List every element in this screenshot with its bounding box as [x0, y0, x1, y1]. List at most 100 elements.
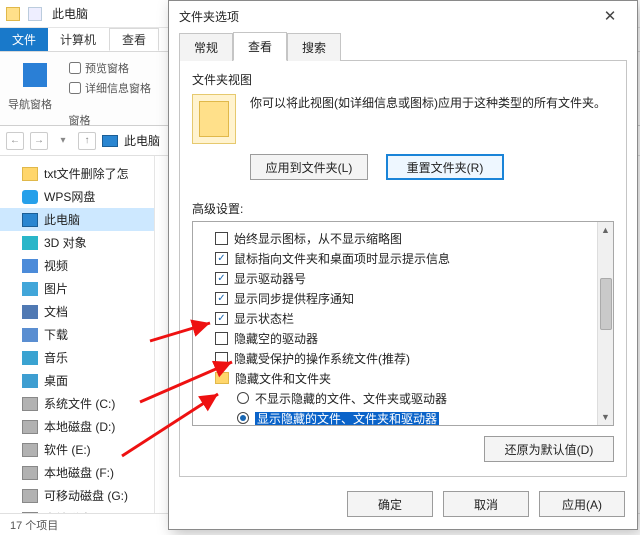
sidebar-item-label: 此电脑: [44, 211, 80, 228]
sidebar-item-5[interactable]: 图片: [0, 277, 154, 300]
checkbox-icon[interactable]: ✓: [215, 272, 228, 285]
sidebar-item-9[interactable]: 桌面: [0, 369, 154, 392]
drive-icon: [22, 512, 38, 514]
sidebar-item-label: 3D 对象: [44, 234, 87, 251]
preview-pane-toggle[interactable]: 预览窗格: [69, 60, 151, 76]
tree-node-label: 不显示隐藏的文件、文件夹或驱动器: [255, 390, 447, 407]
up-button[interactable]: ↑: [78, 132, 96, 150]
pc-icon: [102, 135, 118, 147]
dialog-tab-search[interactable]: 搜索: [287, 33, 341, 61]
tree-node-5[interactable]: 隐藏空的驱动器: [201, 328, 605, 348]
scroll-thumb[interactable]: [600, 278, 612, 330]
sidebar-item-label: 图片: [44, 280, 68, 297]
dialog-tab-general[interactable]: 常规: [179, 33, 233, 61]
breadcrumb[interactable]: 此电脑: [124, 132, 160, 149]
history-dropdown[interactable]: ▾: [54, 132, 72, 150]
checkbox-icon[interactable]: ✓: [215, 252, 228, 265]
scrollbar[interactable]: ▲ ▼: [597, 222, 613, 425]
tab-computer[interactable]: 计算机: [48, 28, 109, 51]
sidebar-item-0[interactable]: txt文件删除了怎: [0, 162, 154, 185]
scroll-down-icon[interactable]: ▼: [598, 409, 613, 425]
status-text: 17 个项目: [10, 517, 58, 533]
file-tab[interactable]: 文件: [0, 28, 48, 51]
nav-pane[interactable]: txt文件删除了怎WPS网盘此电脑 3D 对象视频图片文档下载音乐桌面系统文件 (…: [0, 156, 155, 513]
checkbox-icon[interactable]: [215, 232, 228, 245]
tree-node-label: 显示隐藏的文件、文件夹和驱动器: [255, 410, 439, 427]
tree-node-label: 隐藏受保护的操作系统文件(推荐): [234, 350, 410, 367]
folder-icon: [215, 372, 229, 384]
drive-icon: [22, 489, 38, 503]
dl-icon: [22, 328, 38, 342]
sidebar-item-label: 本地磁盘 (H:): [44, 510, 115, 513]
checkbox-icon[interactable]: ✓: [215, 292, 228, 305]
back-button[interactable]: ←: [6, 132, 24, 150]
music-icon: [22, 351, 38, 365]
folder-preview-icon: [192, 94, 236, 144]
tree-node-label: 显示状态栏: [234, 310, 294, 327]
wps-icon: [22, 190, 38, 204]
sidebar-item-12[interactable]: 软件 (E:): [0, 438, 154, 461]
close-icon[interactable]: ✕: [593, 7, 627, 25]
tree-node-8[interactable]: 不显示隐藏的文件、文件夹或驱动器: [201, 388, 605, 408]
tree-node-4[interactable]: ✓ 显示状态栏: [201, 308, 605, 328]
checkbox-icon[interactable]: ✓: [215, 312, 228, 325]
tree-node-3[interactable]: ✓显示同步提供程序通知: [201, 288, 605, 308]
desk-icon: [22, 374, 38, 388]
cancel-button[interactable]: 取消: [443, 491, 529, 517]
radio-icon[interactable]: [237, 392, 249, 404]
sidebar-item-6[interactable]: 文档: [0, 300, 154, 323]
tree-node-6[interactable]: 隐藏受保护的操作系统文件(推荐): [201, 348, 605, 368]
radio-icon[interactable]: [237, 412, 249, 424]
scroll-up-icon[interactable]: ▲: [598, 222, 613, 238]
folder-icon: [22, 167, 38, 181]
details-pane-toggle[interactable]: 详细信息窗格: [69, 80, 151, 96]
sidebar-item-label: 音乐: [44, 349, 68, 366]
advanced-label: 高级设置:: [192, 200, 614, 217]
dialog-tab-view[interactable]: 查看: [233, 32, 287, 61]
sidebar-item-label: 本地磁盘 (D:): [44, 418, 115, 435]
tree-node-1[interactable]: ✓鼠标指向文件夹和桌面项时显示提示信息: [201, 248, 605, 268]
sidebar-item-2[interactable]: 此电脑: [0, 208, 154, 231]
sidebar-item-15[interactable]: 本地磁盘 (H:): [0, 507, 154, 513]
advanced-tree[interactable]: 始终显示图标，从不显示缩略图✓鼠标指向文件夹和桌面项时显示提示信息✓显示驱动器号…: [192, 221, 614, 426]
sidebar-item-label: 桌面: [44, 372, 68, 389]
tree-node-label: 显示驱动器号: [234, 270, 306, 287]
sidebar-item-8[interactable]: 音乐: [0, 346, 154, 369]
nav-pane-button[interactable]: [8, 56, 61, 94]
apply-button[interactable]: 应用(A): [539, 491, 625, 517]
sidebar-item-14[interactable]: 可移动磁盘 (G:): [0, 484, 154, 507]
dialog-body: 文件夹视图 你可以将此视图(如详细信息或图标)应用于这种类型的所有文件夹。 应用…: [179, 60, 627, 477]
cube-icon: [22, 236, 38, 250]
ribbon-group-panes: 预览窗格 详细信息窗格 导航窗格 窗格: [8, 56, 151, 121]
film-icon: [22, 259, 38, 273]
sidebar-item-4[interactable]: 视频: [0, 254, 154, 277]
drive-icon: [22, 397, 38, 411]
window-icon: [28, 7, 42, 21]
sidebar-item-label: 下载: [44, 326, 68, 343]
tree-node-2[interactable]: ✓ 显示驱动器号: [201, 268, 605, 288]
sidebar-item-label: 视频: [44, 257, 68, 274]
tree-node-7[interactable]: 隐藏文件和文件夹: [201, 368, 605, 388]
tree-node-0[interactable]: 始终显示图标，从不显示缩略图: [201, 228, 605, 248]
panes-group-label: 窗格: [69, 112, 91, 128]
sidebar-item-3[interactable]: 3D 对象: [0, 231, 154, 254]
folder-view-group: 文件夹视图 你可以将此视图(如详细信息或图标)应用于这种类型的所有文件夹。 应用…: [192, 71, 614, 180]
reset-folders-button[interactable]: 重置文件夹(R): [386, 154, 504, 180]
sidebar-item-10[interactable]: 系统文件 (C:): [0, 392, 154, 415]
checkbox-icon[interactable]: [215, 352, 228, 365]
pc-icon: [22, 213, 38, 227]
checkbox-icon[interactable]: [215, 332, 228, 345]
tree-node-label: 隐藏空的驱动器: [234, 330, 318, 347]
restore-defaults-button[interactable]: 还原为默认值(D): [484, 436, 614, 462]
sidebar-item-1[interactable]: WPS网盘: [0, 185, 154, 208]
sidebar-item-11[interactable]: 本地磁盘 (D:): [0, 415, 154, 438]
folder-view-title: 文件夹视图: [192, 71, 614, 88]
sidebar-item-7[interactable]: 下载: [0, 323, 154, 346]
drive-icon: [22, 466, 38, 480]
apply-to-folders-button[interactable]: 应用到文件夹(L): [250, 154, 368, 180]
tree-node-9[interactable]: 显示隐藏的文件、文件夹和驱动器: [201, 408, 605, 426]
ok-button[interactable]: 确定: [347, 491, 433, 517]
sidebar-item-13[interactable]: 本地磁盘 (F:): [0, 461, 154, 484]
forward-button[interactable]: →: [30, 132, 48, 150]
tab-view[interactable]: 查看: [109, 28, 159, 51]
